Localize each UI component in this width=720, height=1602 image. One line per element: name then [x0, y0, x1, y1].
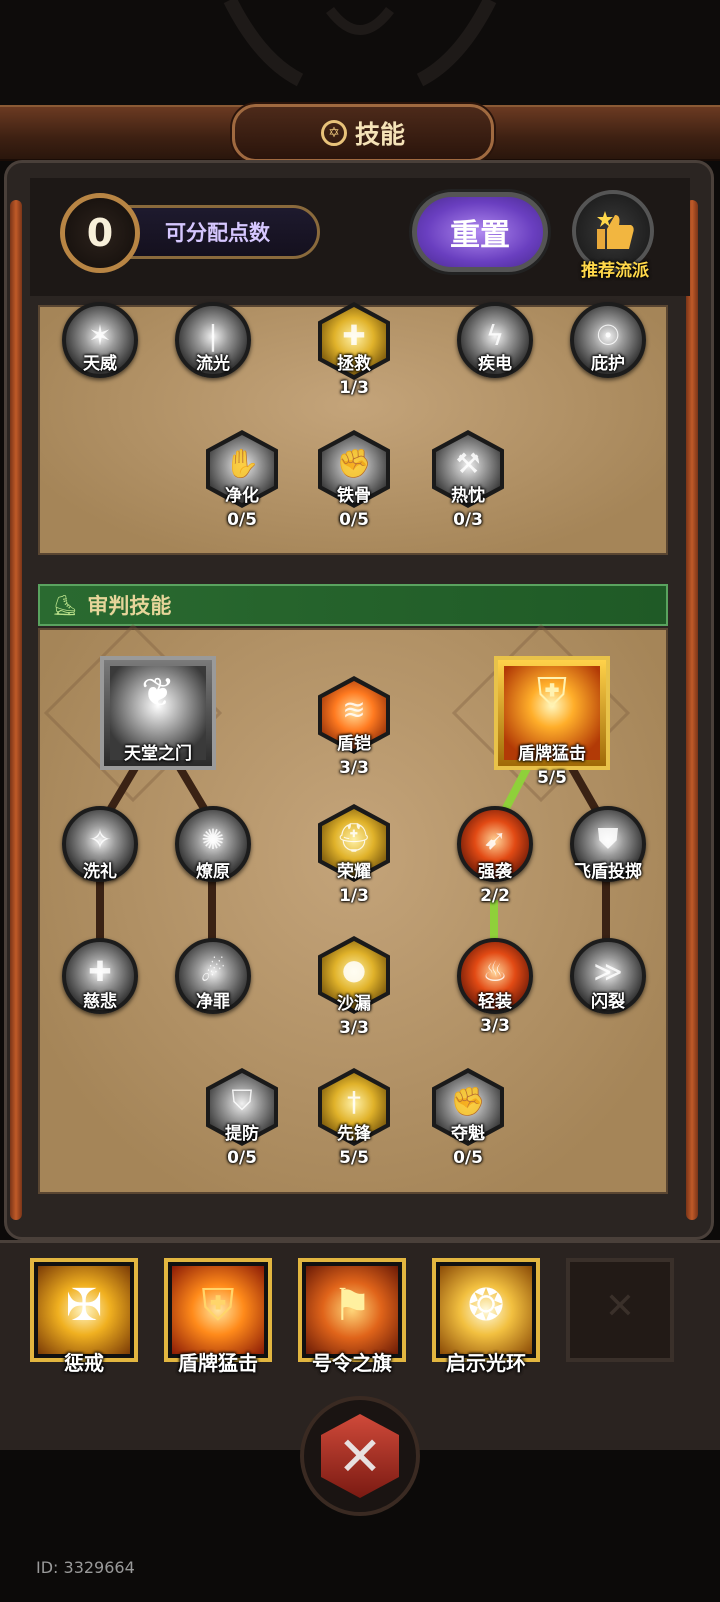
war-banner-icon: ⚑ [332, 1280, 372, 1331]
skill-label: 强袭 [478, 862, 512, 882]
equipped-slot-5-empty[interactable]: ✕ [566, 1258, 674, 1362]
crossed-swords-close-icon: ✕ [337, 1424, 383, 1488]
skill-label: 盾牌猛击 [518, 744, 586, 764]
heart-gate-icon: ❦ [141, 670, 175, 716]
skill-level: 0/5 [453, 1148, 483, 1168]
skill-level: 3/3 [480, 1016, 510, 1036]
points-counter: 0 [60, 193, 140, 273]
skill-label: 轻装 [478, 992, 512, 1012]
equipped-slot-label: 号令之旗 [312, 1351, 392, 1375]
skill-connectors [96, 765, 610, 940]
skill-label: 慈悲 [83, 992, 117, 1012]
skill-label: 燎原 [196, 862, 230, 882]
flaming-shield-icon: ⛨ [537, 670, 567, 716]
skill-label: 洗礼 [83, 862, 117, 882]
skill-label: 提防 [225, 1124, 259, 1144]
light-aura-icon: ❂ [467, 1280, 505, 1331]
skill-level: 3/3 [339, 758, 369, 778]
equipped-slot-label: 启示光环 [446, 1351, 526, 1375]
armor-slash-icon: ≋ [342, 692, 366, 726]
skill-level: 2/2 [480, 886, 510, 906]
empty-slot-x-icon: ✕ [604, 1286, 636, 1327]
glow-drop-icon: ● [341, 952, 367, 986]
close-button[interactable]: ✕ [300, 1396, 420, 1516]
skill-label: 天堂之门 [124, 744, 192, 764]
skill-label: 盾铠 [337, 734, 371, 754]
skill-level: 5/5 [537, 768, 567, 788]
player-id: ID: 3329664 [36, 1558, 135, 1577]
skill-level: 3/3 [339, 1018, 369, 1038]
skill-label: 闪裂 [591, 992, 625, 1012]
skill-label: 夺魁 [451, 1124, 485, 1144]
skill-level: 5/5 [339, 1148, 369, 1168]
skill-label: 沙漏 [337, 994, 371, 1014]
skill-level: 0/5 [227, 1148, 257, 1168]
skill-label: 净罪 [196, 992, 230, 1012]
helmet-icon: ⛑ [336, 820, 372, 854]
skill-label: 飞盾投掷 [574, 862, 642, 882]
skill-label: 先锋 [337, 1124, 371, 1144]
equipped-slot-label: 盾牌猛击 [178, 1351, 258, 1375]
skill-label: 荣耀 [337, 862, 371, 882]
skill-level: 1/3 [339, 886, 369, 906]
flaming-shield-icon: ⛨ [201, 1280, 235, 1331]
equipped-slot-label: 惩戒 [64, 1351, 104, 1375]
holy-cross-icon: ✠ [65, 1280, 103, 1331]
